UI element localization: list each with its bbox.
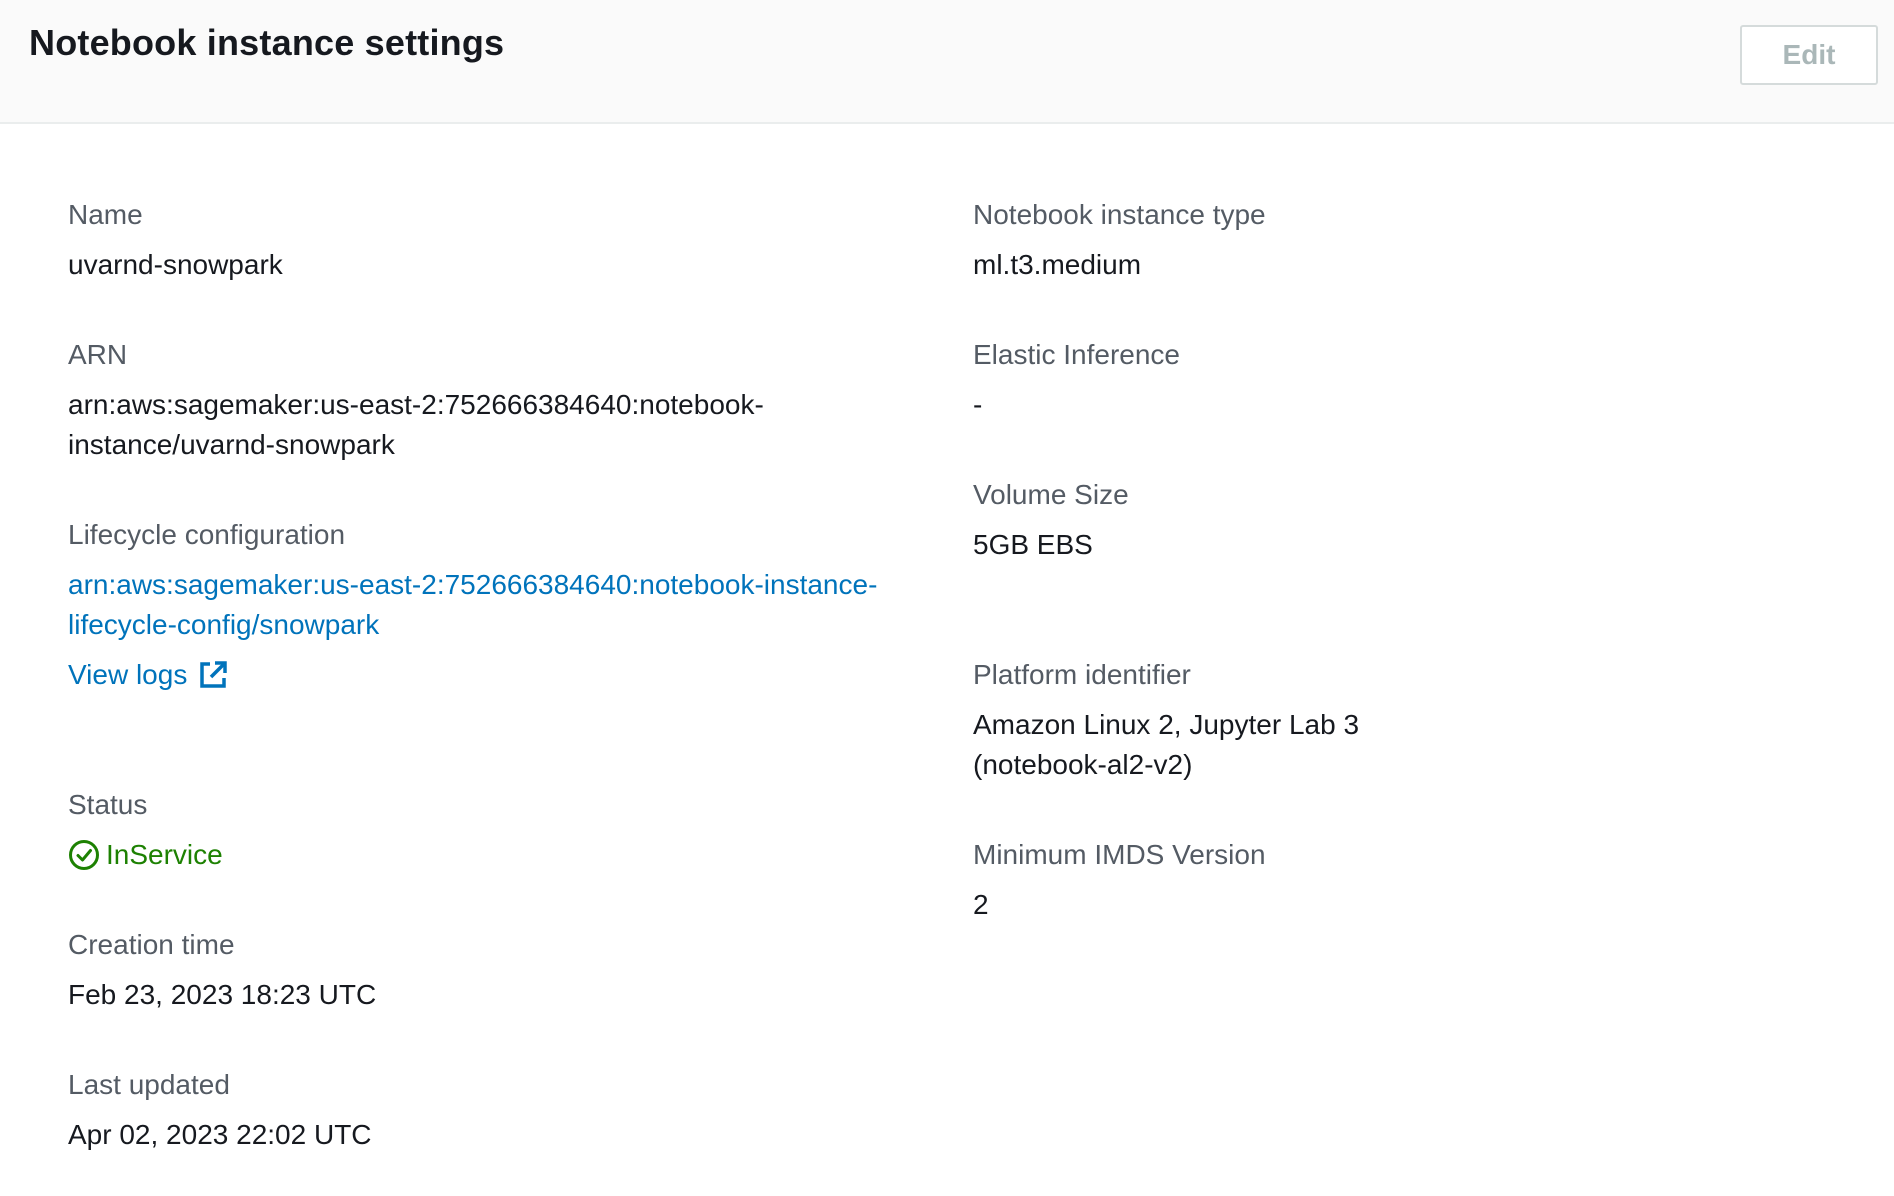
panel-header: Notebook instance settings Edit xyxy=(0,0,1894,124)
platform-value-line2: (notebook-al2-v2) xyxy=(973,749,1193,780)
imds-value: 2 xyxy=(973,889,989,920)
last-updated-value: Apr 02, 2023 22:02 UTC xyxy=(68,1119,372,1150)
lifecycle-link-line1: arn:aws:sagemaker:us-east-2:752666384640… xyxy=(68,569,878,600)
view-logs-link[interactable]: View logs xyxy=(68,655,229,695)
elastic-inference-value: - xyxy=(973,389,983,420)
status-value: InService xyxy=(68,835,928,875)
field-arn: ARN arn:aws:sagemaker:us-east-2:75266638… xyxy=(68,335,928,465)
success-check-icon xyxy=(68,839,100,871)
panel-title: Notebook instance settings xyxy=(29,22,505,63)
creation-time-value: Feb 23, 2023 18:23 UTC xyxy=(68,979,377,1010)
instance-type-label: Notebook instance type xyxy=(973,199,1266,230)
field-minimum-imds-version: Minimum IMDS Version 2 xyxy=(973,835,1513,925)
arn-value-line2: instance/uvarnd-snowpark xyxy=(68,429,395,460)
field-elastic-inference: Elastic Inference - xyxy=(973,335,1513,425)
arn-value-line1: arn:aws:sagemaker:us-east-2:752666384640… xyxy=(68,389,764,420)
last-updated-label: Last updated xyxy=(68,1069,230,1100)
platform-value-line1: Amazon Linux 2, Jupyter Lab 3 xyxy=(973,709,1360,740)
field-last-updated: Last updated Apr 02, 2023 22:02 UTC xyxy=(68,1065,928,1155)
name-label: Name xyxy=(68,199,143,230)
field-notebook-instance-type: Notebook instance type ml.t3.medium xyxy=(973,195,1513,285)
lifecycle-link-line2: lifecycle-config/snowpark xyxy=(68,609,380,640)
arn-value: arn:aws:sagemaker:us-east-2:752666384640… xyxy=(68,385,928,465)
lifecycle-value: arn:aws:sagemaker:us-east-2:752666384640… xyxy=(68,565,928,645)
creation-time-label: Creation time xyxy=(68,929,235,960)
name-value: uvarnd-snowpark xyxy=(68,249,283,280)
status-text: InService xyxy=(106,839,223,870)
arn-label: ARN xyxy=(68,339,128,370)
platform-label: Platform identifier xyxy=(973,659,1191,690)
field-name: Name uvarnd-snowpark xyxy=(68,195,928,285)
edit-button[interactable]: Edit xyxy=(1740,25,1878,85)
elastic-inference-label: Elastic Inference xyxy=(973,339,1180,370)
volume-size-value: 5GB EBS xyxy=(973,529,1093,560)
platform-value: Amazon Linux 2, Jupyter Lab 3 (notebook-… xyxy=(973,705,1513,785)
imds-label: Minimum IMDS Version xyxy=(973,839,1266,870)
status-label: Status xyxy=(68,789,148,820)
volume-size-label: Volume Size xyxy=(973,479,1129,510)
field-creation-time: Creation time Feb 23, 2023 18:23 UTC xyxy=(68,925,928,1015)
field-platform-identifier: Platform identifier Amazon Linux 2, Jupy… xyxy=(973,655,1513,785)
instance-type-value: ml.t3.medium xyxy=(973,249,1142,280)
lifecycle-config-link[interactable]: arn:aws:sagemaker:us-east-2:752666384640… xyxy=(68,565,928,645)
field-lifecycle-configuration: Lifecycle configuration arn:aws:sagemake… xyxy=(68,515,928,645)
field-volume-size: Volume Size 5GB EBS xyxy=(973,475,1513,565)
view-logs-label: View logs xyxy=(68,659,188,690)
lifecycle-label: Lifecycle configuration xyxy=(68,519,346,550)
field-status: Status InService xyxy=(68,785,928,875)
external-link-icon xyxy=(197,659,229,691)
